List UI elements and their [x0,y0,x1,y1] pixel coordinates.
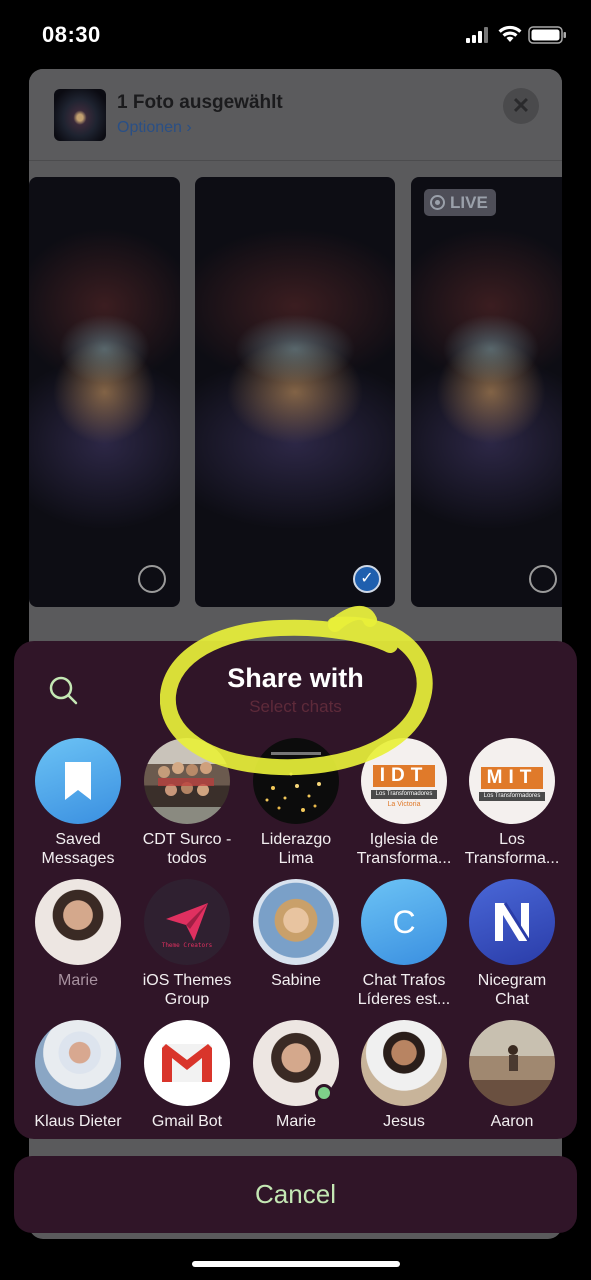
avatar [144,1020,230,1106]
contact-name-line2: Transforma... [356,850,452,867]
live-badge: LIVE [424,189,496,216]
contact-iglesia-de-transformadores[interactable]: IDT Los Transformadores La Victoria Igle… [349,738,459,868]
status-time: 08:30 [42,22,101,47]
select-circle-icon[interactable] [138,565,166,593]
selected-photo-thumbnail [54,89,106,141]
nicegram-logo-icon [495,902,531,942]
mit-logo-caption: Los Transformadores [479,792,545,801]
close-button[interactable]: ✕ [503,88,539,124]
night-lights-photo-icon [265,752,321,812]
avatar [253,738,339,824]
contact-los-transformadores[interactable]: MIT Los Transformadores Los Transforma..… [457,738,567,868]
options-label: Optionen [117,119,182,136]
cellular-signal-icon [466,27,488,43]
avatar: IDT Los Transformadores La Victoria [361,738,447,824]
contact-name: iOS Themes [142,972,232,989]
wifi-icon [498,25,522,42]
contact-name-line2: Lima [278,850,314,867]
chevron-right-icon: › [186,119,192,136]
avatar: MIT Los Transformadores [469,738,555,824]
share-title: Share with [227,663,364,693]
contact-aaron[interactable]: Aaron [457,1020,567,1131]
theme-creators-caption: Theme Creators [161,942,213,949]
contact-name: Sabine [271,972,321,989]
contact-jesus[interactable]: Jesus [349,1020,459,1131]
contact-name: Marie [275,1113,316,1130]
idt-logo-sub: La Victoria [387,801,421,808]
contact-name: Los [499,831,525,848]
avatar [469,879,555,965]
contact-ios-themes-group[interactable]: Theme Creators iOS Themes Group [132,879,242,1009]
contact-name-line2: todos [167,850,207,867]
avatar: Theme Creators [144,879,230,965]
photo-tile[interactable]: LIVE [411,177,562,607]
picker-title: 1 Foto ausgewählt [117,92,283,113]
gmail-icon [162,1044,212,1082]
online-indicator [315,1084,333,1102]
select-circle-icon[interactable] [529,565,557,593]
bookmark-icon [65,762,91,800]
contact-name: Liderazgo [260,831,332,848]
contact-liderazgo-lima[interactable]: Liderazgo Lima [241,738,351,868]
live-icon [430,195,445,210]
contact-gmail-bot[interactable]: Gmail Bot [132,1020,242,1131]
home-indicator[interactable] [192,1261,400,1267]
photo-tile[interactable]: ✓ [195,177,395,607]
battery-icon [528,26,566,44]
mit-logo-icon: MIT [481,767,543,789]
contact-cdt-surco[interactable]: CDT Surco - todos [132,738,242,868]
cancel-button[interactable]: Cancel [14,1156,577,1233]
contact-marie-online[interactable]: Marie [241,1020,351,1131]
status-bar: 08:30 [0,0,591,70]
photo-tile[interactable] [29,177,180,607]
contact-klaus-dieter[interactable]: Klaus Dieter [23,1020,133,1131]
contact-marie[interactable]: Marie [23,879,133,990]
group-photo-icon [158,762,214,796]
contact-sabine[interactable]: Sabine [241,879,351,990]
avatar [35,879,121,965]
contact-name-line2: Group [164,991,210,1008]
contact-chat-trafos[interactable]: C Chat Trafos Líderes est... [349,879,459,1009]
contact-name-line2: Transforma... [464,850,560,867]
contact-name-line2: Messages [41,850,115,867]
contact-name-line2: Líderes est... [357,991,451,1008]
contact-name: Saved [55,831,101,848]
share-subtitle: Select chats [249,697,342,716]
contact-saved-messages[interactable]: Saved Messages [23,738,133,868]
avatar [144,738,230,824]
beach-photo-icon [508,1045,518,1071]
options-link[interactable]: Optionen › [117,119,192,137]
avatar [253,879,339,965]
contact-name-line2: Chat [495,991,529,1008]
avatar [35,1020,121,1106]
letter-avatar: C [361,879,447,965]
avatar [361,1020,447,1106]
avatar [35,738,121,824]
contact-name: Iglesia de [369,831,439,848]
avatar [469,1020,555,1106]
idt-logo-caption: Los Transformadores [371,790,437,799]
contact-nicegram-chat[interactable]: Nicegram Chat [457,879,567,1009]
live-badge-label: LIVE [450,193,488,212]
contact-name: Klaus Dieter [34,1113,122,1130]
idt-logo-icon: IDT [373,765,435,787]
contact-name: Gmail Bot [151,1113,223,1130]
contact-name: Jesus [383,1113,425,1130]
share-panel: Share with Select chats Saved Messages C… [14,641,577,1139]
paper-plane-icon [166,903,208,941]
photo-picker-header: 1 Foto ausgewählt Optionen › ✕ [29,69,562,161]
contact-name: Aaron [490,1113,534,1130]
checkmark-icon[interactable]: ✓ [353,565,381,593]
contact-name: CDT Surco - [142,831,232,848]
contact-name: Marie [57,972,98,989]
contact-name: Nicegram [477,972,547,989]
contact-name: Chat Trafos [362,972,446,989]
